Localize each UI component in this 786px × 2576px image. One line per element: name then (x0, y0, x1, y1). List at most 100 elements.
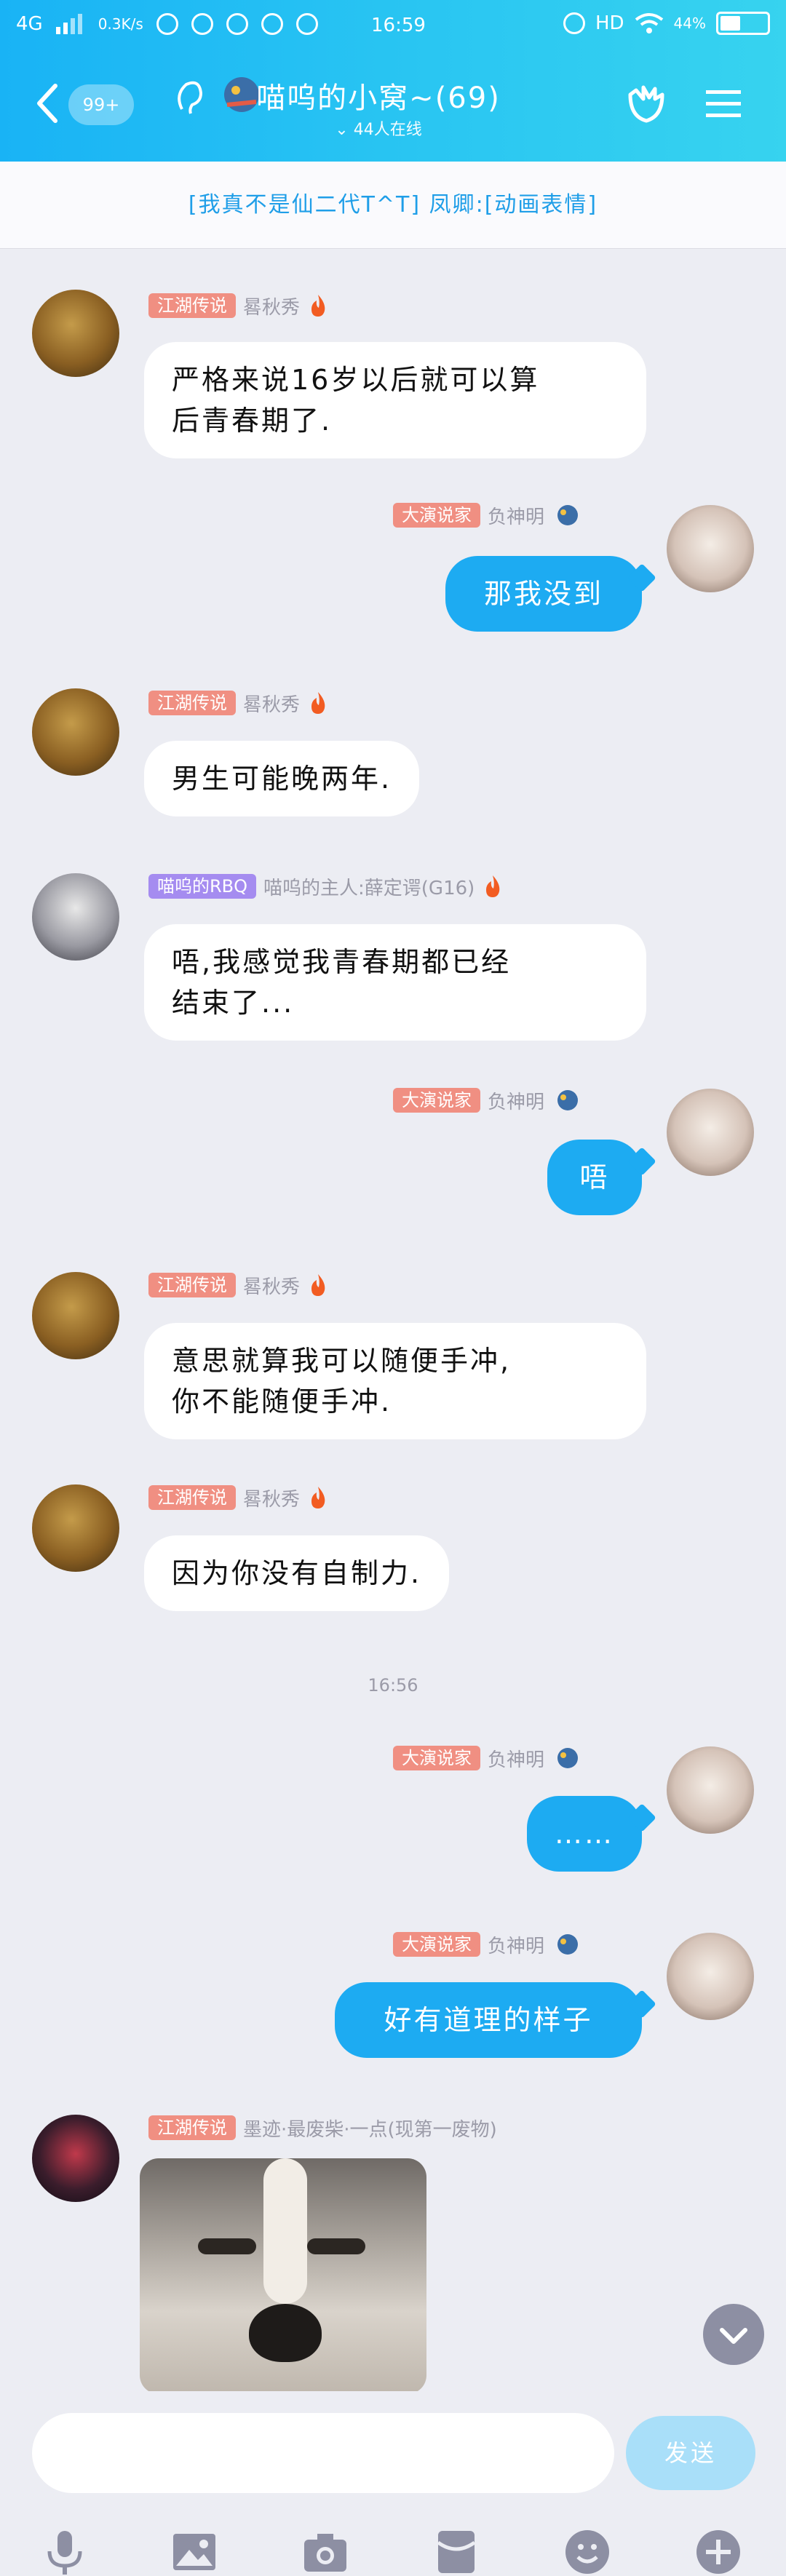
message-bubble[interactable]: 唔 (547, 1140, 642, 1215)
sender-name[interactable]: 晷秋秀 (243, 1484, 300, 1511)
notice-bar[interactable]: [我真不是仙二代T^T] 凤卿:[动画表情] (0, 162, 786, 249)
mic-icon[interactable] (39, 2527, 90, 2576)
sticker-eye (198, 2238, 256, 2254)
sender-name[interactable]: 喵呜的主人:薛定谔(G16) (263, 873, 475, 900)
message-line: 后青春期了. (172, 405, 333, 437)
message-meta: 大演说家 负神明 (393, 502, 584, 528)
sticker-nose (249, 2304, 322, 2362)
message-line: 唔,我感觉我青春期都已经 (172, 946, 512, 978)
message-meta: 喵呜的RBQ 喵呜的主人:薛定谔(G16) (148, 873, 504, 899)
browser-icon (191, 13, 213, 35)
dragon-icon (557, 1090, 579, 1110)
online-count: ⌄ 44人在线 (175, 116, 582, 140)
message-meta: 大演说家 负神明 (393, 1087, 584, 1113)
title-tag: 江湖传说 (148, 2115, 236, 2140)
avatar[interactable] (32, 1272, 119, 1359)
input-bar: 发送 (0, 2391, 786, 2576)
fire-icon (311, 1487, 325, 1508)
message-line: 你不能随便手冲. (172, 1386, 392, 1418)
avatar[interactable] (667, 1746, 754, 1834)
fire-icon (486, 875, 500, 897)
message-line: 意思就算我可以随便手冲, (172, 1345, 512, 1377)
message-meta: 江湖传说 晷秋秀 (148, 293, 329, 319)
hd-label: HD (595, 12, 624, 34)
message-line: 结束了... (172, 987, 295, 1019)
sender-name[interactable]: 晷秋秀 (243, 1272, 300, 1299)
scroll-to-bottom-button[interactable] (703, 2304, 764, 2365)
avatar[interactable] (32, 290, 119, 377)
sticker-image[interactable] (140, 2158, 426, 2394)
back-icon[interactable] (33, 82, 63, 125)
sticker-blaze (263, 2158, 307, 2304)
emoji-icon[interactable] (562, 2527, 613, 2576)
sender-name[interactable]: 负神明 (488, 1087, 544, 1114)
signal-icon (55, 14, 82, 34)
dragon-icon (557, 1748, 579, 1768)
title-tag: 大演说家 (393, 1746, 480, 1770)
battery-icon (716, 12, 770, 35)
mute-icon (563, 12, 585, 34)
clock: 16:59 (371, 15, 426, 36)
message-bubble[interactable]: …… (527, 1796, 642, 1872)
qq-icon (261, 13, 283, 35)
sender-name[interactable]: 晷秋秀 (243, 293, 300, 319)
message-bubble[interactable]: 唔,我感觉我青春期都已经 结束了... (144, 924, 646, 1041)
dragon-icon (557, 1934, 579, 1955)
message-bubble[interactable]: 好有道理的样子 (335, 1982, 642, 2058)
message-input[interactable] (32, 2413, 614, 2493)
network-label: 4G (16, 13, 43, 35)
message-bubble[interactable]: 因为你没有自制力. (144, 1535, 450, 1611)
fire-icon (311, 295, 325, 317)
fire-icon (311, 1274, 325, 1296)
avatar[interactable] (32, 688, 119, 776)
battery-percent: 44% (673, 15, 706, 32)
chevron-down-icon (720, 2328, 747, 2344)
avatar[interactable] (667, 505, 754, 592)
message-bubble[interactable]: 那我没到 (445, 556, 642, 632)
camera-icon[interactable] (300, 2527, 351, 2576)
image-icon[interactable] (169, 2527, 220, 2576)
send-button[interactable]: 发送 (626, 2416, 755, 2490)
unread-badge[interactable]: 99+ (68, 84, 134, 125)
avatar[interactable] (667, 1089, 754, 1176)
group-title[interactable]: 喵呜的小窝~(69) (175, 74, 582, 116)
title-tag: 江湖传说 (148, 691, 236, 715)
speed-label: 0.3K/s (98, 15, 143, 33)
avatar[interactable] (32, 873, 119, 961)
title-tag: 喵呜的RBQ (148, 874, 257, 899)
avatar[interactable] (667, 1933, 754, 2020)
sender-name[interactable]: 负神明 (488, 502, 544, 529)
top-bar: 4G 0.3K/s 16:59 HD 44% 99+ 喵呜的小窝~(69) ⌄ … (0, 0, 786, 162)
message-meta: 江湖传说 晷秋秀 (148, 1484, 329, 1511)
wifi-icon (635, 13, 663, 33)
message-meta: 江湖传说 晷秋秀 (148, 1272, 329, 1298)
message-bubble[interactable]: 男生可能晚两年. (144, 741, 420, 816)
status-bar: 4G 0.3K/s 16:59 HD 44% (0, 0, 786, 52)
crown-icon (295, 13, 318, 35)
dragon-icon (557, 505, 579, 525)
title-tag: 江湖传说 (148, 1273, 236, 1297)
title-tag: 大演说家 (393, 1932, 480, 1957)
app-icon (156, 13, 178, 35)
plus-icon[interactable] (693, 2527, 744, 2576)
message-meta: 大演说家 负神明 (393, 1745, 584, 1771)
group-icon[interactable] (623, 80, 670, 127)
message-bubble[interactable]: 意思就算我可以随便手冲, 你不能随便手冲. (144, 1323, 646, 1439)
red-packet-icon[interactable] (431, 2527, 482, 2576)
sender-name[interactable]: 负神明 (488, 1745, 544, 1772)
message-meta: 江湖传说 晷秋秀 (148, 690, 329, 716)
menu-icon[interactable] (700, 80, 747, 127)
timestamp: 16:56 (368, 1675, 418, 1696)
avatar[interactable] (32, 2115, 119, 2202)
message-bubble[interactable]: 严格来说16岁以后就可以算 后青春期了. (144, 342, 646, 458)
message-line: 严格来说16岁以后就可以算 (172, 364, 540, 396)
battery-fill (720, 16, 741, 31)
sender-name[interactable]: 负神明 (488, 1931, 544, 1958)
message-meta: 江湖传说 墨迹·最废柴·一点(现第一废物) (148, 2115, 497, 2141)
avatar[interactable] (32, 1484, 119, 1572)
title-tag: 大演说家 (393, 503, 480, 528)
sticker-eye (307, 2238, 365, 2254)
sender-name[interactable]: 墨迹·最废柴·一点(现第一废物) (243, 2115, 497, 2142)
title-tag: 大演说家 (393, 1088, 480, 1113)
sender-name[interactable]: 晷秋秀 (243, 690, 300, 717)
